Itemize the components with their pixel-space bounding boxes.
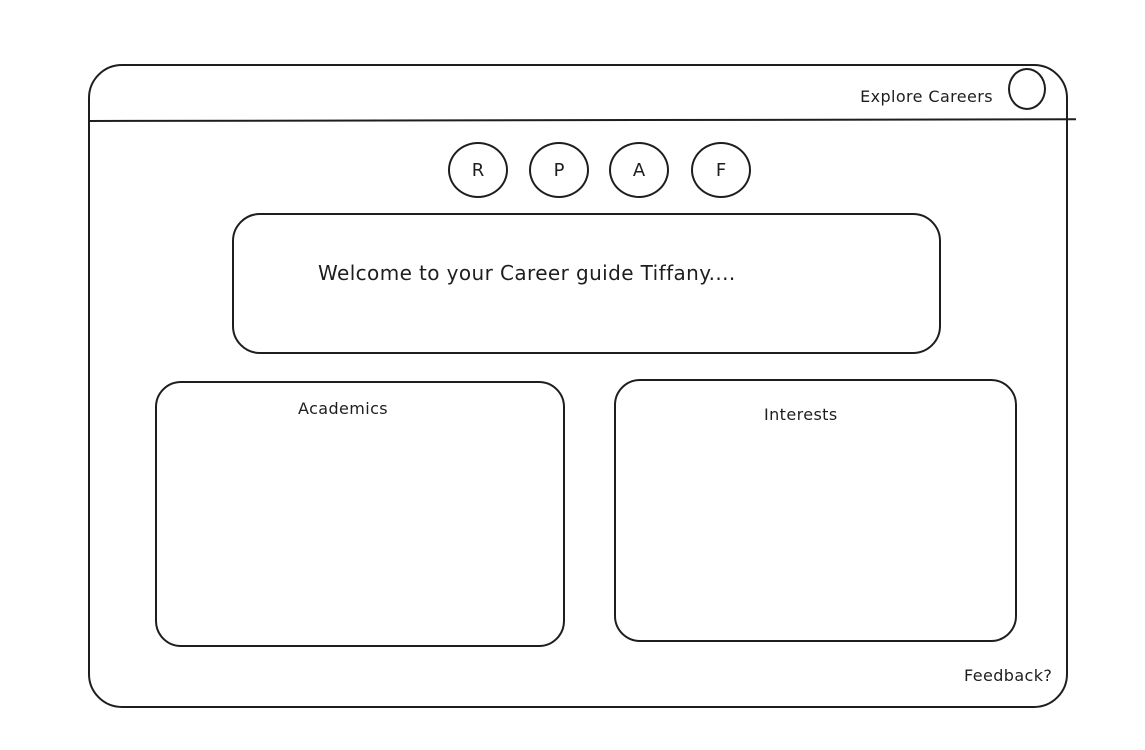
welcome-card: Welcome to your Career guide Tiffany.... — [232, 213, 941, 354]
interests-panel[interactable]: Interests — [614, 379, 1017, 642]
profile-avatar-icon[interactable] — [1008, 68, 1046, 110]
explore-careers-link[interactable]: Explore Careers — [860, 87, 993, 106]
section-button-a[interactable]: A — [609, 142, 669, 198]
welcome-message: Welcome to your Career guide Tiffany.... — [318, 261, 736, 285]
academics-panel[interactable]: Academics — [155, 381, 565, 647]
feedback-link[interactable]: Feedback? — [964, 666, 1052, 685]
section-button-r[interactable]: R — [448, 142, 508, 198]
section-button-f[interactable]: F — [691, 142, 751, 198]
academics-title: Academics — [298, 399, 389, 418]
section-button-p[interactable]: P — [529, 142, 589, 198]
interests-title: Interests — [764, 405, 838, 424]
